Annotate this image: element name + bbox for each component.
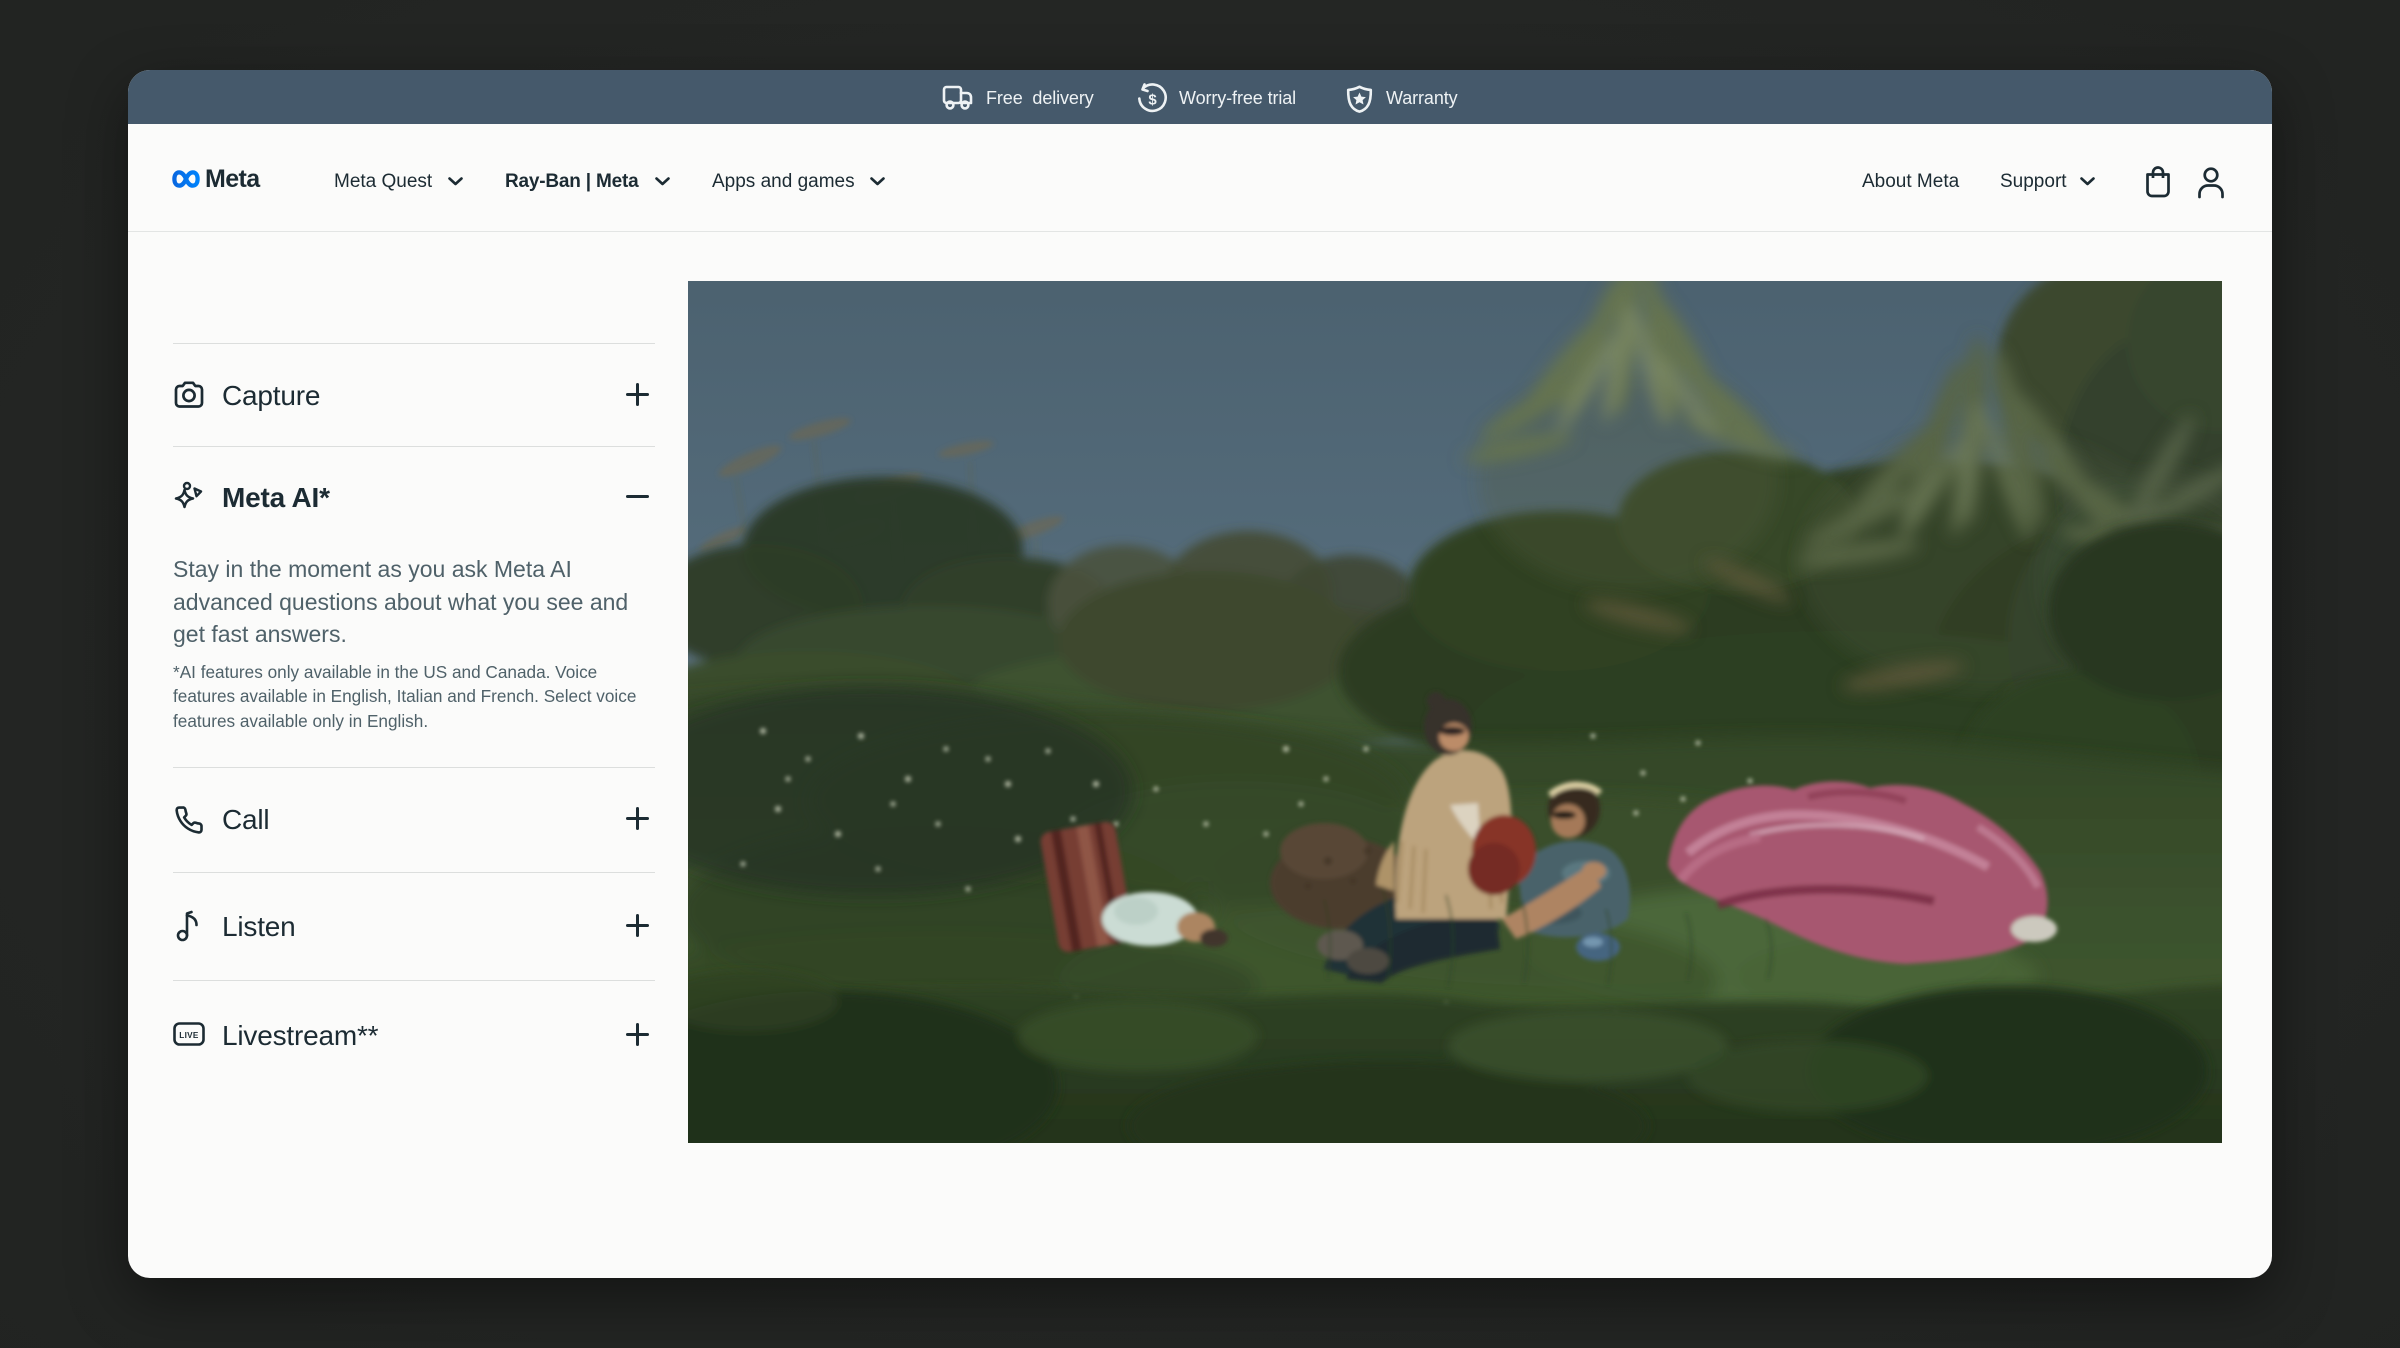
svg-text:LIVE: LIVE — [179, 1031, 199, 1040]
